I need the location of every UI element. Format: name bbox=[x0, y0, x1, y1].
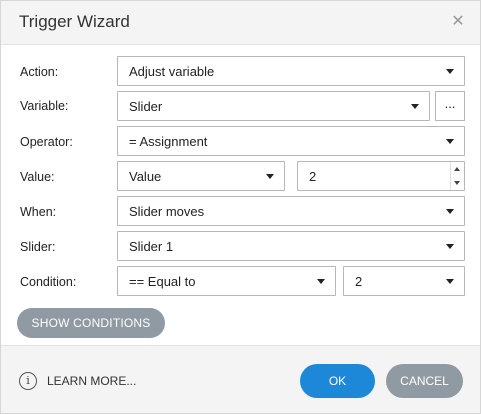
variable-value: Slider bbox=[129, 99, 163, 114]
when-label: When: bbox=[20, 205, 57, 219]
condition-operator-dropdown[interactable]: == Equal to bbox=[117, 266, 336, 296]
chevron-down-icon bbox=[317, 279, 325, 284]
slider-label: Slider: bbox=[20, 240, 56, 254]
variable-more-button[interactable]: ... bbox=[435, 91, 465, 121]
value-type-dropdown[interactable]: Value bbox=[117, 161, 285, 191]
slider-value: Slider 1 bbox=[129, 239, 174, 254]
chevron-down-icon bbox=[266, 174, 274, 179]
chevron-down-icon bbox=[446, 279, 454, 284]
condition-label: Condition: bbox=[20, 275, 77, 289]
action-label: Action: bbox=[20, 65, 59, 79]
variable-label: Variable: bbox=[20, 99, 69, 113]
condition-value: 2 bbox=[355, 274, 363, 289]
condition-operator-value: == Equal to bbox=[129, 274, 196, 289]
trigger-wizard-dialog: Trigger Wizard ✕ Action: Adjust variable… bbox=[0, 0, 481, 414]
variable-dropdown[interactable]: Slider bbox=[117, 91, 430, 121]
chevron-down-icon bbox=[446, 139, 454, 144]
operator-dropdown[interactable]: = Assignment bbox=[117, 126, 465, 156]
operator-label: Operator: bbox=[20, 135, 73, 149]
condition-value-dropdown[interactable]: 2 bbox=[343, 266, 465, 296]
ok-button[interactable]: OK bbox=[300, 364, 375, 398]
value-number: 2 bbox=[309, 169, 317, 184]
action-dropdown[interactable]: Adjust variable bbox=[117, 56, 465, 86]
dialog-footer: i LEARN MORE... OK CANCEL bbox=[1, 345, 480, 413]
stepper-up-icon[interactable] bbox=[454, 167, 460, 171]
info-icon[interactable]: i bbox=[19, 372, 37, 390]
show-conditions-button[interactable]: SHOW CONDITIONS bbox=[17, 308, 165, 338]
action-value: Adjust variable bbox=[129, 64, 215, 79]
cancel-button[interactable]: CANCEL bbox=[386, 364, 463, 398]
chevron-down-icon bbox=[446, 209, 454, 214]
title-bar: Trigger Wizard ✕ bbox=[1, 1, 480, 45]
value-type-value: Value bbox=[129, 169, 162, 184]
value-label: Value: bbox=[20, 170, 55, 184]
chevron-down-icon bbox=[411, 104, 419, 109]
dialog-title: Trigger Wizard bbox=[19, 12, 130, 31]
operator-value: = Assignment bbox=[129, 134, 208, 149]
when-dropdown[interactable]: Slider moves bbox=[117, 196, 465, 226]
chevron-down-icon bbox=[446, 244, 454, 249]
when-value: Slider moves bbox=[129, 204, 205, 219]
chevron-down-icon bbox=[446, 69, 454, 74]
slider-dropdown[interactable]: Slider 1 bbox=[117, 231, 465, 261]
number-stepper[interactable] bbox=[450, 162, 464, 190]
learn-more-link[interactable]: LEARN MORE... bbox=[47, 374, 136, 388]
stepper-down-icon[interactable] bbox=[454, 181, 460, 185]
close-icon[interactable]: ✕ bbox=[449, 13, 467, 31]
value-number-input[interactable]: 2 bbox=[297, 161, 465, 191]
